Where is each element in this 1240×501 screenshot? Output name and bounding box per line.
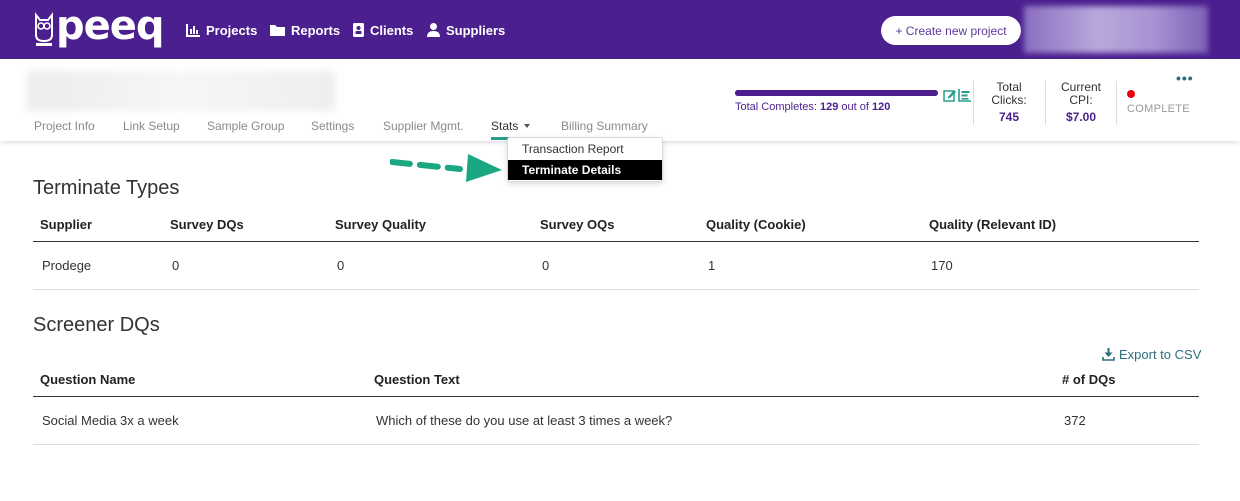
- caret-down-icon: [524, 124, 531, 128]
- current-cpi-label-line1: Current: [1060, 80, 1101, 94]
- column-header[interactable]: Survey OQs: [533, 209, 699, 242]
- tab-sample-group[interactable]: Sample Group: [207, 119, 284, 133]
- tab-link-setup[interactable]: Link Setup: [123, 119, 180, 133]
- current-cpi-label-line2: CPI:: [1069, 93, 1093, 107]
- nav-projects[interactable]: Projects: [186, 20, 257, 40]
- completes-label: Total Completes:: [735, 101, 817, 113]
- folder-icon: [270, 25, 285, 36]
- screener-dqs-title: Screener DQs: [33, 314, 160, 336]
- nav-suppliers-label: Suppliers: [446, 22, 506, 38]
- table-cell: 170: [922, 241, 1199, 290]
- table-header-row: Supplier Survey DQs Survey Quality Surve…: [33, 209, 1199, 242]
- terminate-types-table: Supplier Survey DQs Survey Quality Surve…: [33, 209, 1199, 290]
- contact-card-icon: [353, 23, 364, 37]
- status-indicator-dot: [1127, 90, 1135, 98]
- completes-progress-bar: [735, 90, 938, 96]
- column-header[interactable]: Quality (Cookie): [699, 209, 922, 242]
- tab-settings[interactable]: Settings: [311, 119, 354, 133]
- divider: [1116, 81, 1117, 125]
- nav-reports[interactable]: Reports: [270, 20, 340, 40]
- column-header[interactable]: Question Text: [367, 364, 1055, 397]
- project-header: Project Info Link Setup Sample Group Set…: [0, 59, 1240, 141]
- table-cell: 0: [163, 241, 328, 290]
- export-to-csv-label: Export to CSV: [1119, 347, 1202, 362]
- nav-projects-label: Projects: [206, 22, 258, 38]
- logo-wordmark: peeq: [56, 3, 165, 49]
- owl-icon: [35, 12, 53, 46]
- project-status: COMPLETE: [1127, 103, 1190, 115]
- nav-clients[interactable]: Clients: [353, 20, 413, 40]
- annotation-arrow-icon: [390, 154, 502, 182]
- tab-stats[interactable]: Stats: [491, 119, 531, 133]
- completes-separator: out of: [841, 101, 869, 113]
- divider: [973, 81, 974, 125]
- table-row: Social Media 3x a week Which of these do…: [33, 396, 1199, 445]
- terminate-types-title: Terminate Types: [33, 177, 180, 199]
- table-cell: 1: [699, 241, 922, 290]
- user-icon: [427, 23, 440, 37]
- table-cell: Which of these do you use at least 3 tim…: [367, 396, 1055, 445]
- total-clicks-label-line2: Clicks:: [991, 93, 1027, 107]
- current-cpi-label: Current CPI:: [1054, 81, 1108, 107]
- divider: [1045, 81, 1046, 125]
- column-header[interactable]: Quality (Relevant ID): [922, 209, 1199, 242]
- menu-item-terminate-details[interactable]: Terminate Details: [508, 160, 662, 180]
- bar-chart-icon: [186, 23, 200, 37]
- nav-suppliers[interactable]: Suppliers: [427, 20, 505, 40]
- user-account-blurred[interactable]: [1024, 6, 1208, 53]
- table-cell: Prodege: [33, 241, 163, 290]
- column-header[interactable]: # of DQs: [1055, 364, 1199, 397]
- stats-dropdown-menu: Transaction Report Terminate Details: [507, 137, 663, 182]
- tab-stats-label: Stats: [491, 119, 519, 133]
- top-navbar: peeq Projects Reports Clients Suppliers …: [0, 0, 1240, 59]
- column-header[interactable]: Survey DQs: [163, 209, 328, 242]
- nav-reports-label: Reports: [291, 22, 341, 38]
- table-cell: 0: [328, 241, 533, 290]
- column-header[interactable]: Survey Quality: [328, 209, 533, 242]
- total-clicks-value: 745: [998, 110, 1020, 124]
- edit-icon[interactable]: [943, 89, 956, 102]
- table-cell: 0: [533, 241, 699, 290]
- menu-item-transaction-report[interactable]: Transaction Report: [508, 139, 662, 159]
- column-header[interactable]: Question Name: [33, 364, 367, 397]
- more-options-icon[interactable]: •••: [1176, 70, 1194, 86]
- total-clicks-label: Total Clicks:: [982, 81, 1036, 107]
- completes-summary: Total Completes: 129 out of 120: [735, 101, 890, 113]
- table-cell: Social Media 3x a week: [33, 396, 367, 445]
- tab-billing-summary[interactable]: Billing Summary: [561, 119, 648, 133]
- table-cell: 372: [1055, 396, 1199, 445]
- completes-progress-fill: [735, 90, 938, 96]
- export-to-csv-button[interactable]: Export to CSV: [1102, 347, 1201, 362]
- screener-dqs-table: Question Name Question Text # of DQs Soc…: [33, 364, 1199, 445]
- column-header[interactable]: Supplier: [33, 209, 163, 242]
- tab-project-info[interactable]: Project Info: [34, 119, 95, 133]
- completes-count: 129: [820, 101, 839, 113]
- table-row: Prodege 0 0 0 1 170: [33, 241, 1199, 290]
- bar-chart-icon[interactable]: [958, 89, 971, 102]
- create-new-project-button[interactable]: + Create new project: [881, 16, 1021, 45]
- completes-target: 120: [872, 101, 891, 113]
- current-cpi-value: $7.00: [1065, 110, 1097, 124]
- total-clicks-label-line1: Total: [996, 80, 1022, 94]
- tab-supplier-mgmt[interactable]: Supplier Mgmt.: [383, 119, 464, 133]
- download-icon: [1102, 348, 1115, 361]
- peeq-logo[interactable]: peeq: [33, 3, 165, 49]
- table-header-row: Question Name Question Text # of DQs: [33, 364, 1199, 397]
- project-title-blurred: [27, 71, 335, 111]
- nav-clients-label: Clients: [370, 22, 414, 38]
